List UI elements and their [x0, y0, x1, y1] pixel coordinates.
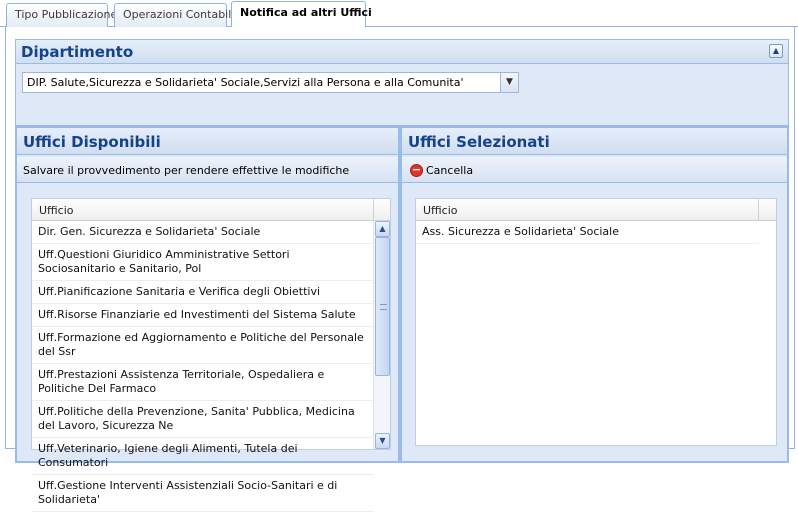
- list-item[interactable]: Uff.Veterinario, Igiene degli Alimenti, …: [32, 438, 374, 475]
- tab-notifica-altri-uffici[interactable]: Notifica ad altri Uffici: [231, 1, 372, 28]
- available-title: Uffici Disponibili: [23, 133, 161, 151]
- list-item[interactable]: Uff.Questioni Giuridico Amministrative S…: [32, 244, 374, 281]
- scrollbar-thumb[interactable]: [375, 237, 390, 376]
- department-panel: Dipartimento ▲ DIP. Salute,Sicurezza e S…: [15, 39, 789, 126]
- list-item[interactable]: Uff.Formazione ed Aggiornamento e Politi…: [32, 327, 374, 364]
- selected-grid: Ufficio Ass. Sicurezza e Solidarieta' So…: [415, 198, 777, 446]
- tab-bar: Tipo Pubblicazione Operazioni Contabili …: [0, 0, 798, 28]
- column-header-ufficio[interactable]: Ufficio: [39, 204, 74, 217]
- list-item[interactable]: Ass. Sicurezza e Solidarieta' Sociale: [416, 221, 759, 244]
- cancel-button[interactable]: − Cancella: [410, 162, 477, 179]
- selected-offices-panel: Uffici Selezionati − Cancella Ufficio As…: [400, 126, 789, 463]
- save-note: Salvare il provvedimento per rendere eff…: [23, 164, 350, 177]
- scroll-down-icon[interactable]: ▼: [375, 433, 390, 449]
- chevron-down-icon[interactable]: ▼: [500, 73, 518, 92]
- grip-icon: [380, 304, 387, 310]
- selected-rows: Ass. Sicurezza e Solidarieta' Sociale: [416, 221, 759, 244]
- selected-toolbar: − Cancella: [402, 157, 787, 183]
- available-toolbar: Salvare il provvedimento per rendere eff…: [17, 157, 398, 183]
- column-separator: [373, 199, 374, 221]
- cancel-label: Cancella: [426, 164, 474, 177]
- grid-header: Ufficio: [416, 199, 776, 221]
- available-rows: Dir. Gen. Sicurezza e Solidarieta' Socia…: [32, 221, 374, 512]
- available-offices-panel: Uffici Disponibili Salvare il provvedime…: [15, 126, 400, 512]
- available-grid-area: Ufficio Dir. Gen. Sicurezza e Solidariet…: [17, 185, 398, 512]
- list-item[interactable]: Uff.Pianificazione Sanitaria e Verifica …: [32, 281, 374, 304]
- available-header: Uffici Disponibili: [17, 128, 398, 155]
- selected-grid-area: Ufficio Ass. Sicurezza e Solidarieta' So…: [402, 185, 787, 461]
- available-grid: Ufficio Dir. Gen. Sicurezza e Solidariet…: [31, 198, 391, 512]
- department-select[interactable]: DIP. Salute,Sicurezza e Solidarieta' Soc…: [22, 72, 519, 93]
- list-item[interactable]: Uff.Prestazioni Assistenza Territoriale,…: [32, 364, 374, 401]
- selected-title: Uffici Selezionati: [408, 133, 550, 151]
- selected-header: Uffici Selezionati: [402, 128, 787, 155]
- column-header-ufficio[interactable]: Ufficio: [423, 204, 458, 217]
- department-select-value: DIP. Salute,Sicurezza e Solidarieta' Soc…: [27, 76, 464, 89]
- list-item[interactable]: Dir. Gen. Sicurezza e Solidarieta' Socia…: [32, 221, 374, 244]
- grid-header: Ufficio: [32, 199, 390, 221]
- vertical-scrollbar[interactable]: ▲ ▼: [373, 221, 390, 449]
- tab-content: Dipartimento ▲ DIP. Salute,Sicurezza e S…: [5, 27, 795, 512]
- list-item[interactable]: Uff.Risorse Finanziarie ed Investimenti …: [32, 304, 374, 327]
- remove-icon: −: [410, 163, 423, 177]
- department-title: Dipartimento: [21, 43, 134, 61]
- list-item[interactable]: Uff.Gestione Interventi Assistenziali So…: [32, 475, 374, 512]
- collapse-icon[interactable]: ▲: [769, 44, 783, 58]
- tab-operazioni-contabili[interactable]: Operazioni Contabili: [114, 3, 234, 27]
- tab-tipo-pubblicazione[interactable]: Tipo Pubblicazione: [6, 3, 117, 27]
- scroll-up-icon[interactable]: ▲: [375, 221, 390, 237]
- list-item[interactable]: Uff.Politiche della Prevenzione, Sanita'…: [32, 401, 374, 438]
- column-separator: [758, 199, 759, 221]
- department-header: Dipartimento ▲: [16, 40, 788, 64]
